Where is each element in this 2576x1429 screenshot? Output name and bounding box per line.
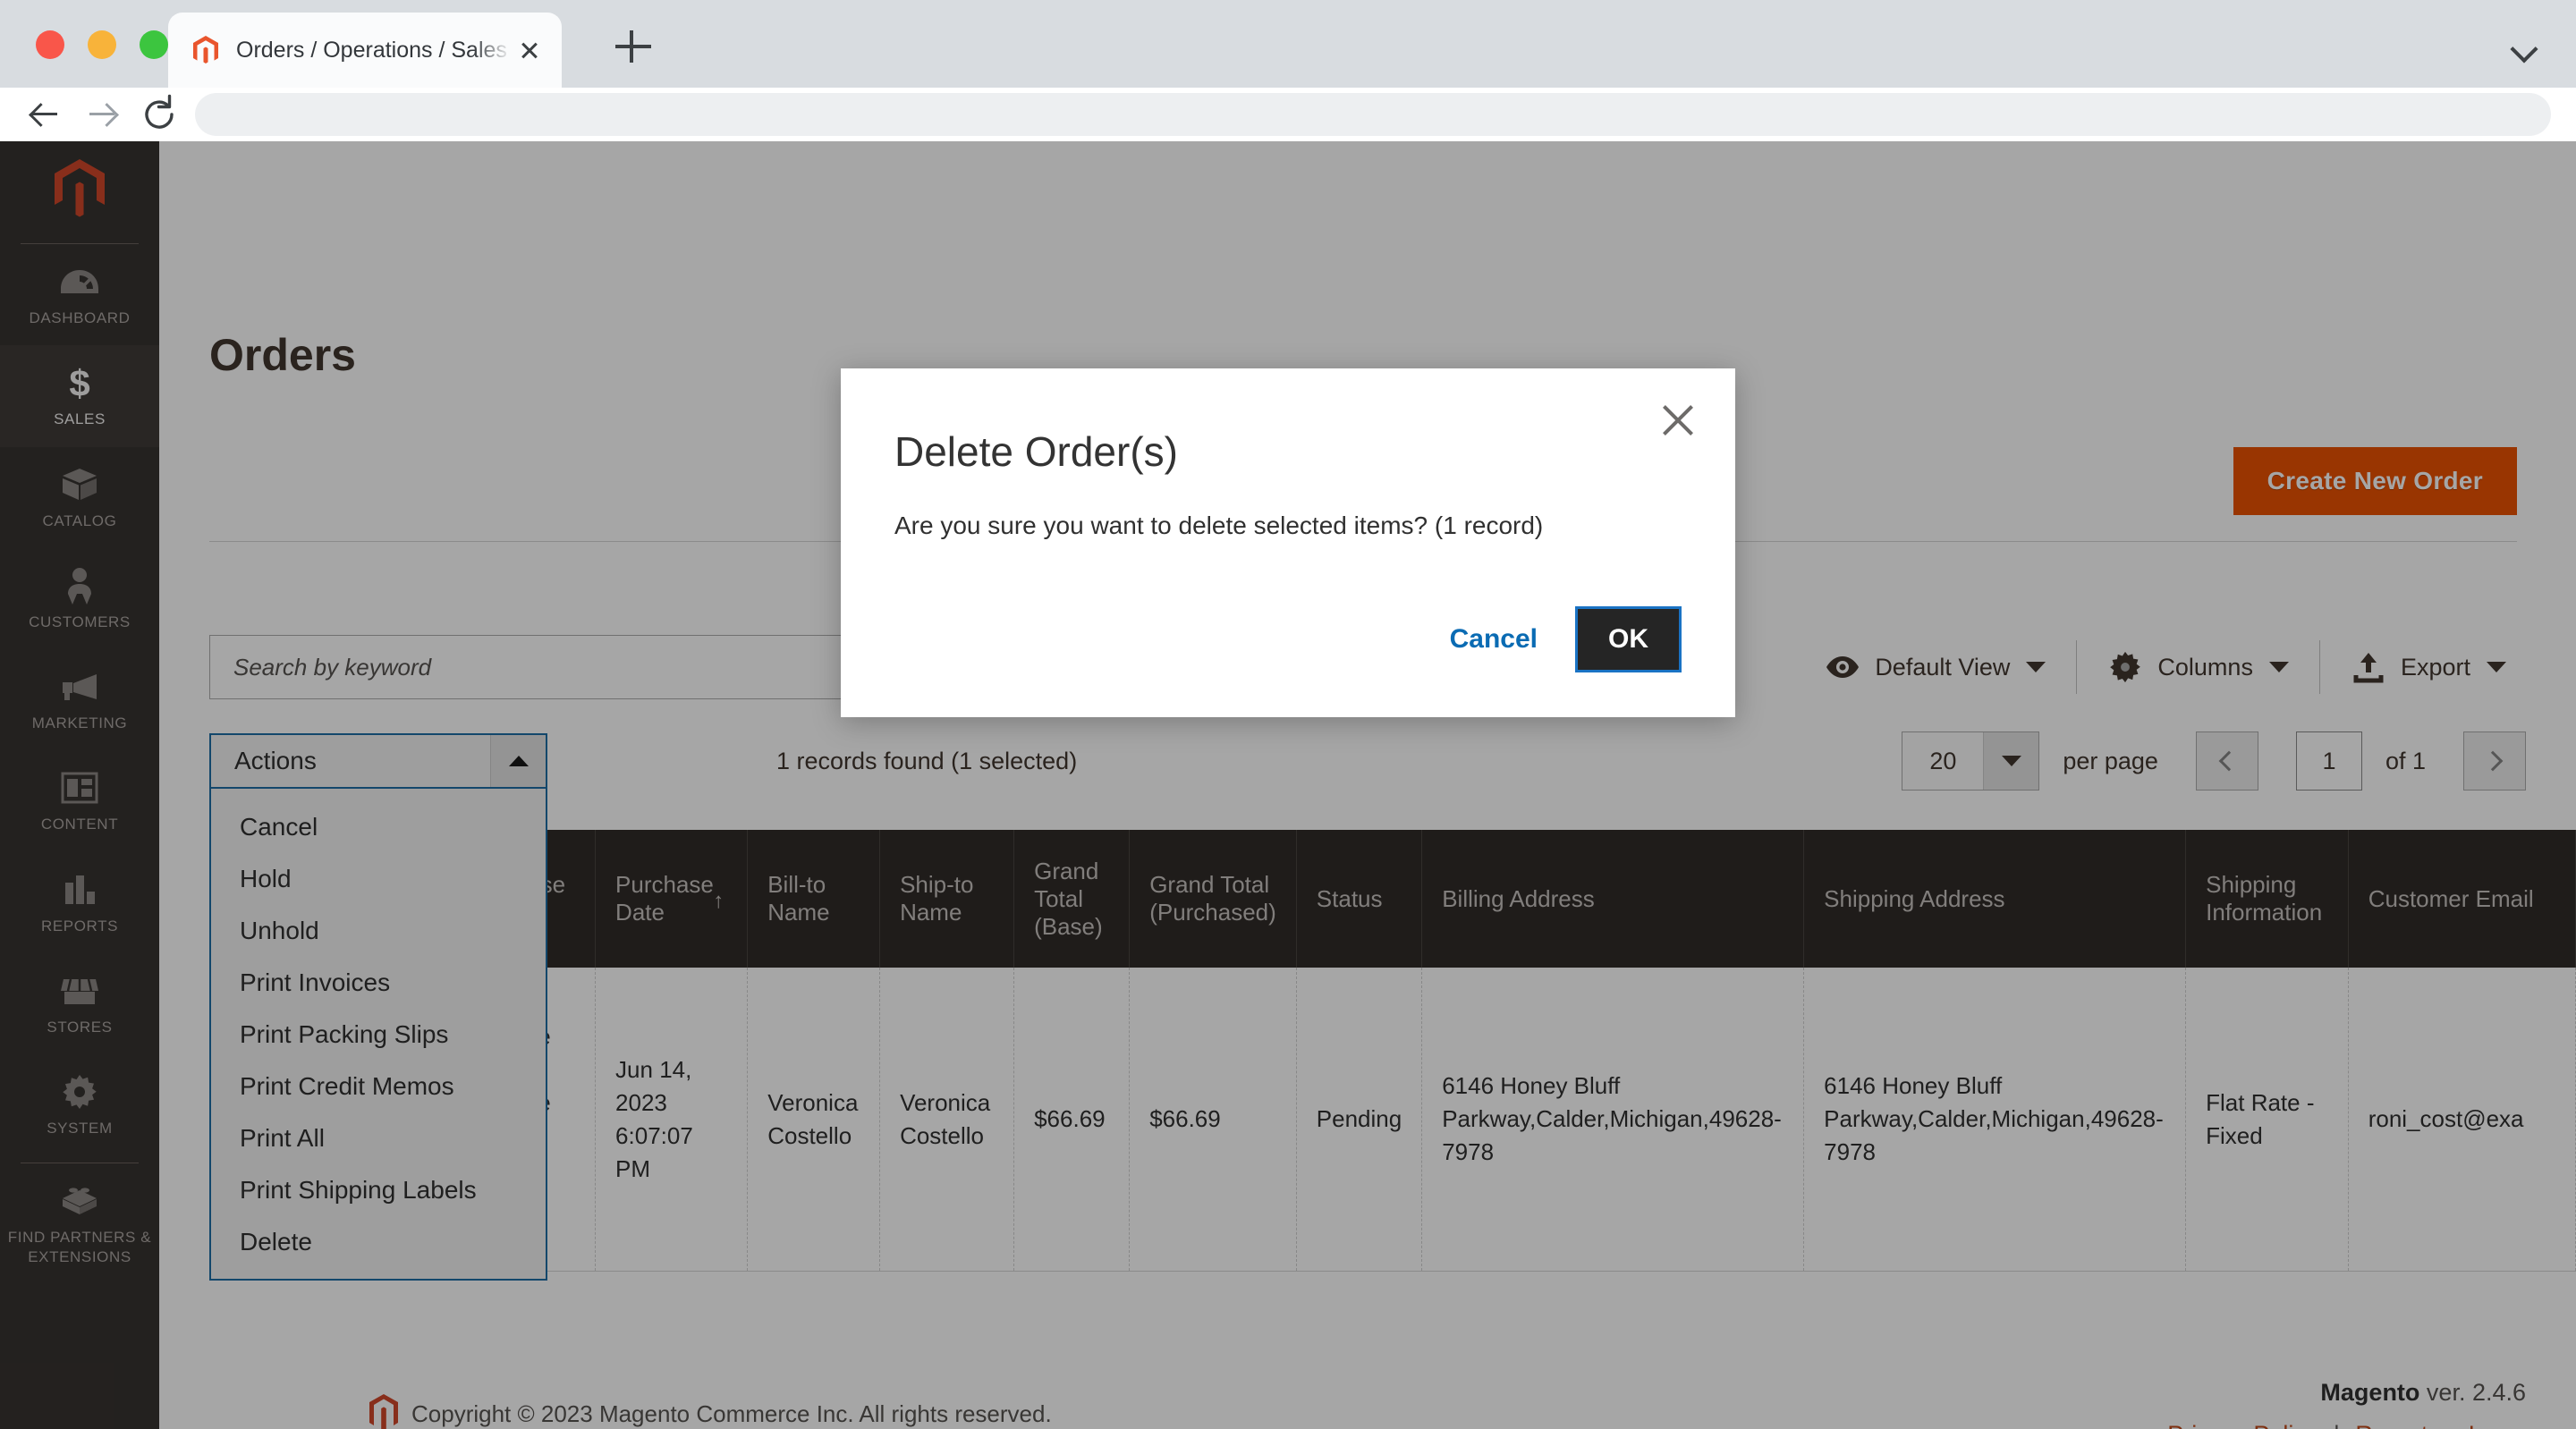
close-window-button[interactable]	[36, 30, 64, 59]
window-traffic-lights	[36, 30, 168, 59]
browser-toolbar	[0, 88, 2576, 141]
back-button[interactable]	[21, 91, 68, 138]
close-tab-icon[interactable]	[512, 32, 547, 68]
modal-message: Are you sure you want to delete selected…	[894, 512, 1682, 540]
minimize-window-button[interactable]	[88, 30, 116, 59]
address-bar[interactable]	[195, 93, 2551, 136]
chevron-down-icon[interactable]	[2512, 34, 2538, 61]
browser-tabstrip: Orders / Operations / Sales / M	[0, 0, 2576, 88]
ok-button[interactable]: OK	[1575, 606, 1682, 672]
browser-chrome: Orders / Operations / Sales / M	[0, 0, 2576, 141]
cancel-button[interactable]: Cancel	[1450, 624, 1538, 655]
magento-favicon-icon	[190, 34, 222, 66]
browser-tab[interactable]: Orders / Operations / Sales / M	[168, 13, 562, 88]
browser-tab-title: Orders / Operations / Sales / M	[236, 38, 512, 63]
delete-orders-modal: Delete Order(s) Are you sure you want to…	[841, 368, 1735, 717]
modal-actions: Cancel OK	[1450, 606, 1682, 672]
new-tab-button[interactable]	[614, 27, 653, 66]
maximize-window-button[interactable]	[140, 30, 168, 59]
forward-button[interactable]	[79, 91, 125, 138]
modal-title: Delete Order(s)	[894, 368, 1682, 476]
modal-overlay[interactable]	[0, 141, 2576, 1429]
close-icon[interactable]	[1657, 399, 1699, 442]
reload-button[interactable]	[136, 91, 182, 138]
magento-admin-app: DASHBOARD $ SALES CATALOG CUSTOMERS MARK…	[0, 141, 2576, 1429]
